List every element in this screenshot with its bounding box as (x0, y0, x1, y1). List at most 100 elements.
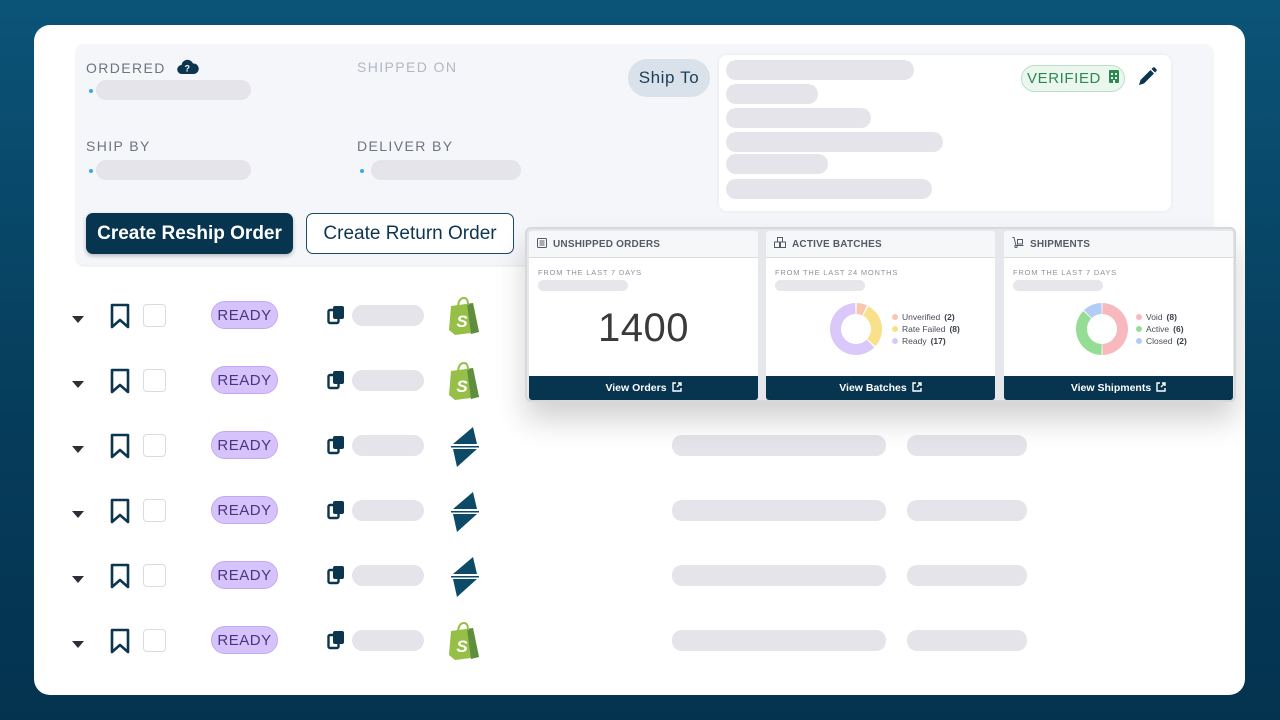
legend-dot (892, 338, 898, 344)
view-shipments-button[interactable]: View Shipments (1004, 376, 1233, 400)
address-line-skeleton (726, 84, 818, 104)
shopify-store-icon: S (447, 296, 483, 341)
row-field-skeleton (907, 500, 1027, 521)
address-line-skeleton (726, 108, 871, 128)
expand-caret-icon[interactable] (72, 506, 84, 524)
widget-header: UNSHIPPED ORDERS (529, 231, 758, 258)
legend-dot (892, 326, 898, 332)
active-batches-widget: ACTIVE BATCHES FROM THE LAST 24 MONTHS U… (766, 231, 995, 400)
ship-by-value-skeleton (96, 160, 251, 180)
table-row[interactable]: READY S (34, 621, 1245, 661)
ordered-dot (89, 89, 93, 93)
legend-item: Unverified (2) (892, 311, 960, 323)
verified-label: VERIFIED (1027, 70, 1101, 87)
legend-count: (8) (949, 324, 960, 334)
order-id-skeleton (352, 435, 424, 456)
shipstation-store-icon (447, 491, 483, 538)
bookmark-icon[interactable] (110, 498, 130, 529)
shipments-widget: SHIPMENTS FROM THE LAST 7 DAYS Void (8) Ac… (1004, 231, 1233, 400)
status-badge: READY (211, 626, 278, 654)
expand-caret-icon[interactable] (72, 376, 84, 394)
status-badge: READY (211, 431, 278, 459)
view-orders-label: View Orders (605, 382, 667, 394)
shopify-store-icon: S (447, 621, 483, 666)
legend-label: Void (1146, 312, 1163, 322)
legend-item: Void (8) (1136, 311, 1187, 323)
help-cloud-icon[interactable]: ? (177, 59, 199, 78)
address-line-skeleton (726, 179, 932, 199)
widget-skeleton (538, 280, 628, 291)
row-checkbox[interactable] (143, 434, 166, 457)
widget-subtitle: FROM THE LAST 7 DAYS (1013, 268, 1117, 277)
ship-to-chip[interactable]: Ship To (628, 59, 710, 97)
copy-icon[interactable] (327, 630, 345, 655)
svg-text:?: ? (185, 64, 192, 74)
dashboard-widgets: UNSHIPPED ORDERS FROM THE LAST 7 DAYS 14… (525, 227, 1236, 402)
legend-count: (8) (1166, 312, 1177, 322)
copy-icon[interactable] (327, 435, 345, 460)
table-row[interactable]: READY (34, 556, 1245, 597)
row-checkbox[interactable] (143, 564, 166, 587)
shipments-donut-chart (1076, 303, 1128, 355)
verified-badge: VERIFIED (1021, 65, 1125, 92)
shopify-store-icon: S (447, 361, 483, 406)
ship-by-label: SHIP BY (86, 138, 151, 154)
bookmark-icon[interactable] (110, 563, 130, 594)
boxes-icon (774, 237, 786, 251)
expand-caret-icon[interactable] (72, 441, 84, 459)
view-batches-label: View Batches (839, 382, 907, 394)
legend-item: Closed (2) (1136, 335, 1187, 347)
order-id-skeleton (352, 500, 424, 521)
row-checkbox[interactable] (143, 629, 166, 652)
copy-icon[interactable] (327, 305, 345, 330)
widget-subtitle: FROM THE LAST 24 MONTHS (775, 268, 899, 277)
widget-header: SHIPMENTS (1004, 231, 1233, 258)
legend-dot (1136, 326, 1142, 332)
address-line-skeleton (726, 60, 914, 80)
order-id-skeleton (352, 565, 424, 586)
row-checkbox[interactable] (143, 499, 166, 522)
bookmark-icon[interactable] (110, 303, 130, 334)
view-orders-button[interactable]: View Orders (529, 376, 758, 400)
create-reship-order-button[interactable]: Create Reship Order (86, 213, 293, 254)
copy-icon[interactable] (327, 565, 345, 590)
list-icon (537, 237, 547, 251)
view-shipments-label: View Shipments (1070, 382, 1152, 394)
status-badge: READY (211, 496, 278, 524)
create-return-order-button[interactable]: Create Return Order (306, 213, 514, 254)
table-row[interactable]: READY (34, 426, 1245, 467)
bookmark-icon[interactable] (110, 368, 130, 399)
expand-caret-icon[interactable] (72, 571, 84, 589)
ship-to-address-card: VERIFIED (719, 55, 1171, 211)
expand-caret-icon[interactable] (72, 311, 84, 329)
bookmark-icon[interactable] (110, 433, 130, 464)
copy-icon[interactable] (327, 500, 345, 525)
external-link-icon (912, 381, 922, 395)
building-icon (1108, 70, 1119, 87)
status-badge: READY (211, 561, 278, 589)
address-line-skeleton (726, 154, 828, 174)
row-field-skeleton (672, 500, 886, 521)
widget-title: UNSHIPPED ORDERS (553, 238, 661, 250)
edit-pencil-icon[interactable] (1137, 67, 1157, 92)
legend-dot (1136, 338, 1142, 344)
row-field-skeleton (672, 565, 886, 586)
order-id-skeleton (352, 305, 424, 326)
row-checkbox[interactable] (143, 369, 166, 392)
shipments-legend: Void (8) Active (6) Closed (2) (1136, 311, 1187, 347)
address-line-skeleton (726, 132, 943, 152)
row-checkbox[interactable] (143, 304, 166, 327)
ordered-label: ORDERED ? (86, 59, 199, 78)
widget-title: SHIPMENTS (1030, 238, 1091, 250)
view-batches-button[interactable]: View Batches (766, 376, 995, 400)
ordered-value-skeleton (96, 80, 251, 100)
bookmark-icon[interactable] (110, 628, 130, 659)
legend-label: Active (1146, 324, 1170, 334)
batches-legend: Unverified (2) Rate Failed (8) Ready (17) (892, 311, 960, 347)
ordered-label-text: ORDERED (86, 60, 166, 76)
order-id-skeleton (352, 630, 424, 651)
legend-dot (892, 314, 898, 320)
expand-caret-icon[interactable] (72, 636, 84, 654)
copy-icon[interactable] (327, 370, 345, 395)
table-row[interactable]: READY (34, 491, 1245, 532)
